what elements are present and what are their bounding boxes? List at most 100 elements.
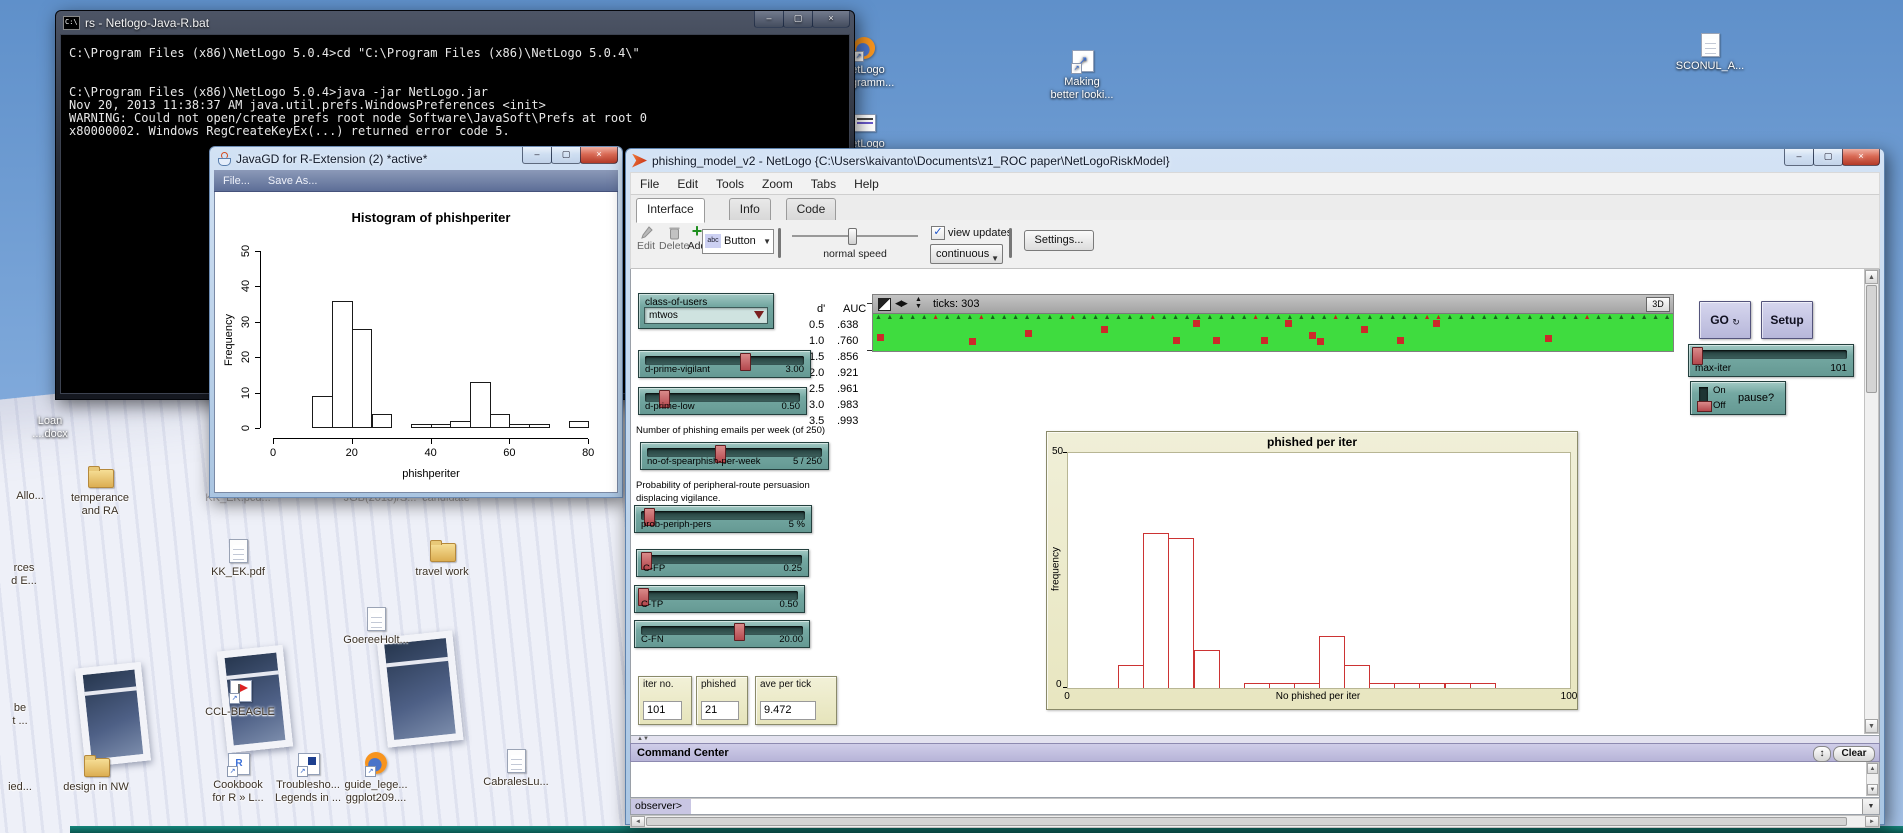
slider-d-prime-vigilant[interactable]: d-prime-vigilant3.00	[638, 350, 811, 378]
slider-c-fp[interactable]: C-FP0.25	[636, 549, 809, 577]
command-center-output[interactable]: ▲ ▼	[630, 762, 1880, 798]
close-icon[interactable]: ×	[580, 147, 618, 164]
scroll-up-icon[interactable]: ▲	[1867, 763, 1878, 774]
interface-vertical-scrollbar[interactable]: ▲ ▼	[1864, 269, 1879, 734]
minimize-icon[interactable]: –	[754, 11, 784, 28]
speed-slider[interactable]	[792, 235, 918, 237]
scrollbar-thumb[interactable]	[1866, 285, 1877, 393]
maximize-icon[interactable]: ▢	[783, 11, 813, 28]
desktop-icon-cabrales[interactable]: CabralesLu...	[474, 748, 558, 789]
detach-icon[interactable]: ↕	[1813, 746, 1831, 762]
menu-tools[interactable]: Tools	[707, 177, 753, 191]
scroll-right-icon[interactable]: ►	[1865, 816, 1879, 827]
menu-help[interactable]: Help	[845, 177, 888, 191]
chooser-value[interactable]: mtwos	[644, 307, 768, 324]
3d-button[interactable]: 3D	[1646, 297, 1670, 312]
slider-d-prime-low[interactable]: d-prime-low0.50	[638, 387, 807, 415]
delete-button[interactable]: Delete	[659, 226, 689, 252]
close-icon[interactable]: ×	[812, 11, 850, 28]
scroll-down-icon[interactable]: ▼	[1867, 784, 1878, 795]
agent-icon: ▲	[1572, 314, 1579, 321]
desktop-icon-design-in-nw[interactable]: design in NW	[54, 753, 138, 794]
minimize-icon[interactable]: –	[522, 147, 552, 164]
switch-handle[interactable]	[1697, 401, 1712, 412]
go-button[interactable]: GO ↻	[1699, 301, 1751, 339]
y-tick-label: 50	[240, 245, 252, 257]
desktop-icon-goeree-holt[interactable]: GoereeHolt...	[334, 606, 418, 647]
command-line[interactable]: observer> ▼	[630, 798, 1880, 815]
desktop-icon-edge-be[interactable]: bet ...	[0, 702, 62, 728]
desktop-icon-sconul[interactable]: SCONUL_A...	[1668, 32, 1752, 73]
agent-icon: ▲	[1275, 314, 1282, 321]
desktop-icon-travel-work[interactable]: travel work	[400, 538, 484, 579]
desktop-icon-ccl-beagle[interactable]: ↗CCL-BEAGLE	[198, 678, 282, 719]
world-field[interactable]: ▲▲▲▲▲▲▲▲▲▲▲▲▲▲▲▲▲▲▲▲▲▲▲▲▲▲▲▲▲▲▲▲▲▲▲▲▲▲▲▲…	[873, 314, 1673, 351]
clear-button[interactable]: Clear	[1833, 746, 1875, 762]
desktop-icon-temperance-and-ra[interactable]: temperanceand RA	[58, 464, 142, 518]
menu-tabs[interactable]: Tabs	[802, 177, 845, 191]
menu-zoom[interactable]: Zoom	[753, 177, 802, 191]
delete-label: Delete	[659, 240, 689, 252]
desktop-icon-loan-docx[interactable]: Loan....docx	[8, 415, 92, 441]
scroll-up-icon[interactable]: ▲	[1865, 270, 1878, 284]
switch-pause[interactable]: On Off pause?	[1690, 381, 1786, 415]
agent-icon: ▲	[898, 314, 905, 321]
netlogo-titlebar[interactable]: phishing_model_v2 - NetLogo {C:\Users\ka…	[630, 149, 1880, 172]
settings-button[interactable]: Settings...	[1024, 230, 1094, 251]
netlogo-window[interactable]: phishing_model_v2 - NetLogo {C:\Users\ka…	[625, 148, 1885, 825]
setup-button[interactable]: Setup	[1761, 301, 1813, 339]
vertical-arrows-icon[interactable]: ▲▼	[915, 296, 922, 310]
agent-icon: ▲	[1035, 314, 1042, 321]
javagd-menu-file[interactable]: File...	[214, 175, 259, 187]
desktop-icon-edge-ied[interactable]: ied...	[0, 781, 62, 794]
menu-edit[interactable]: Edit	[668, 177, 707, 191]
dprime-value: 2.0	[809, 367, 824, 379]
view-updates-checkbox[interactable]: ✓	[931, 226, 945, 240]
speed-slider-thumb[interactable]	[848, 228, 857, 245]
menu-file[interactable]: File	[631, 177, 668, 191]
desktop-icon-kk-ek-pdf[interactable]: KK_EK.pdf	[196, 538, 280, 579]
auc-value: .760	[837, 335, 858, 347]
desktop-icon-making-better-looking[interactable]: ↗↗Makingbetter looki...	[1040, 48, 1124, 102]
slider-c-fn[interactable]: C-FN20.00	[634, 620, 810, 648]
history-dropdown-icon[interactable]: ▼	[1862, 799, 1879, 814]
tab-code[interactable]: Code	[786, 198, 837, 221]
dprime-value: 3.0	[809, 399, 824, 411]
desktop-icon-guide-ggplot[interactable]: ↗guide_lege...ggplot209....	[334, 751, 418, 805]
scrollbar-thumb[interactable]	[646, 817, 1847, 826]
tab-info[interactable]: Info	[729, 198, 771, 221]
icon-label: Loan	[8, 415, 92, 428]
close-icon[interactable]: ×	[1842, 149, 1880, 166]
maximize-icon[interactable]: ▢	[1813, 149, 1843, 166]
histogram-bar	[450, 421, 471, 428]
phished-user-square	[1213, 337, 1220, 344]
world-view[interactable]: ◀▶ ▲▼ ticks: 303 3D ▲▲▲▲▲▲▲▲▲▲▲▲▲▲▲▲▲▲▲▲…	[872, 294, 1674, 352]
slider-label: d-prime-low	[645, 401, 695, 412]
scroll-down-icon[interactable]: ▼	[1865, 719, 1878, 733]
chooser-class-of-users[interactable]: class-of-users mtwos	[638, 293, 774, 329]
scroll-left-icon[interactable]: ◄	[631, 816, 645, 827]
javagd-titlebar[interactable]: JavaGD for R-Extension (2) *active* – ▢ …	[214, 147, 618, 170]
horizontal-arrows-icon[interactable]: ◀▶	[895, 298, 907, 309]
horizontal-scrollbar[interactable]: ◄ ►	[630, 815, 1880, 828]
tab-interface[interactable]: Interface	[636, 198, 705, 223]
slider-max-iter[interactable]: max-iter 101	[1688, 344, 1854, 377]
cmd-titlebar[interactable]: C:\ rs - Netlogo-Java-R.bat – ▢ ×	[60, 11, 850, 34]
slider-caption: d-prime-low0.50	[645, 401, 800, 412]
slider-c-tp[interactable]: C-TP0.50	[634, 585, 805, 613]
edit-button[interactable]: Edit	[635, 226, 657, 252]
javagd-menu-saveas[interactable]: Save As...	[259, 175, 327, 187]
widget-type-dropdown[interactable]: abc Button ▼	[702, 229, 774, 254]
slider-no-of-spearphish-per-week[interactable]: no-of-spearphish-per-week5 / 250	[640, 442, 829, 470]
update-mode-dropdown[interactable]: continuous ▼	[930, 244, 1003, 264]
slider-prob-periph-pers[interactable]: prob-periph-pers5 %	[634, 505, 812, 533]
observer-prompt[interactable]: observer>	[631, 799, 691, 814]
maximize-icon[interactable]: ▢	[551, 147, 581, 164]
icon-label: KK_EK.pdf	[196, 566, 280, 579]
command-center-scrollbar[interactable]: ▲ ▼	[1866, 762, 1879, 796]
minimize-icon[interactable]: –	[1784, 149, 1814, 166]
desktop-icon-edge-rces[interactable]: rcesd E...	[0, 562, 66, 588]
javagd-window[interactable]: JavaGD for R-Extension (2) *active* – ▢ …	[209, 146, 623, 498]
shift-view-icon[interactable]	[878, 298, 891, 311]
command-center-splitter[interactable]: ▲▼	[630, 736, 1880, 743]
